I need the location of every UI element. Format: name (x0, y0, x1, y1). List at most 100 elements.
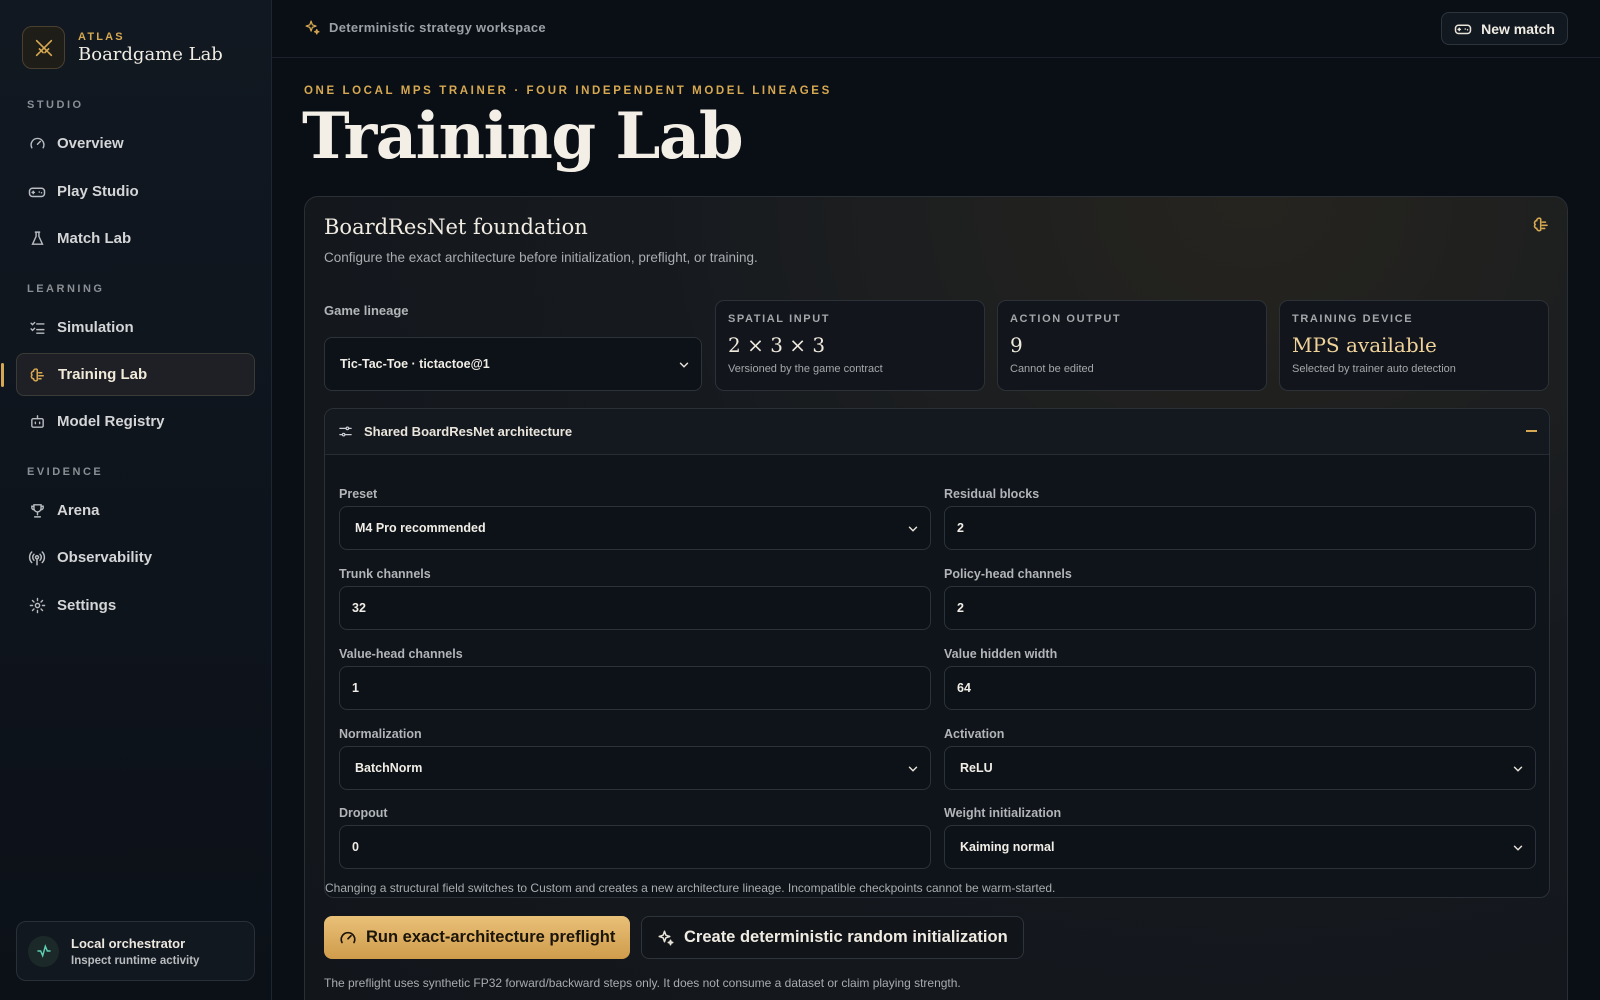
dropout-input[interactable]: 0 (339, 825, 931, 869)
sidebar-item-training-lab[interactable]: Training Lab (1, 353, 255, 396)
nav-section-learning: LEARNING (27, 283, 105, 295)
stat-note: Cannot be edited (1010, 363, 1094, 375)
stat-label: SPATIAL INPUT (728, 313, 831, 325)
sidebar-item-label: Simulation (57, 319, 134, 336)
sparkles-icon (305, 20, 320, 35)
new-match-button[interactable]: New match (1441, 12, 1568, 45)
brand[interactable]: ATLAS Boardgame Lab (22, 26, 223, 69)
nav-section-evidence: EVIDENCE (27, 466, 104, 478)
value-hidden-width-input[interactable]: 64 (944, 666, 1536, 710)
preset-label: Preset (339, 487, 378, 501)
weight-init-value: Kaiming normal (960, 840, 1055, 854)
sidebar-item-label: Match Lab (57, 230, 132, 247)
value-head-channels-label: Value-head channels (339, 647, 463, 661)
normalization-label: Normalization (339, 727, 422, 741)
architecture-panel: Shared BoardResNet architecture Preset M… (324, 408, 1550, 898)
preset-value: M4 Pro recommended (355, 521, 486, 535)
card-title: BoardResNet foundation (324, 215, 588, 239)
breadcrumb: Deterministic strategy workspace (304, 19, 546, 36)
gamepad-icon (1454, 24, 1472, 34)
sidebar: ATLAS Boardgame Lab STUDIO Overview Play… (0, 0, 272, 1000)
architecture-panel-header[interactable]: Shared BoardResNet architecture (325, 409, 1549, 455)
training-device-stat: TRAINING DEVICE MPS available Selected b… (1279, 300, 1549, 391)
bot-icon (28, 413, 46, 431)
chevron-down-icon (908, 766, 918, 772)
gauge-icon (340, 931, 356, 943)
run-preflight-label: Run exact-architecture preflight (366, 928, 616, 946)
sidebar-item-label: Training Lab (58, 366, 148, 383)
sidebar-item-label: Settings (57, 597, 117, 614)
game-lineage-select[interactable]: Tic-Tac-Toe · tictactoe@1 (324, 337, 702, 391)
sparkles-icon (658, 930, 674, 945)
trunk-channels-input[interactable]: 32 (339, 586, 931, 630)
chevron-down-icon (908, 526, 918, 532)
sidebar-item-overview[interactable]: Overview (16, 122, 255, 165)
breadcrumb-label: Deterministic strategy workspace (329, 20, 546, 35)
sidebar-item-model-registry[interactable]: Model Registry (16, 400, 255, 443)
stat-value: MPS available (1292, 333, 1437, 357)
collapse-icon[interactable] (1526, 430, 1537, 432)
sidebar-item-match-lab[interactable]: Match Lab (16, 217, 255, 260)
orchestrator-title: Local orchestrator (71, 935, 186, 951)
action-output-stat: ACTION OUTPUT 9 Cannot be edited (997, 300, 1267, 391)
brand-eyebrow: ATLAS (78, 30, 125, 43)
value-head-channels-input[interactable]: 1 (339, 666, 931, 710)
activity-icon (28, 935, 59, 967)
trophy-icon (28, 502, 46, 520)
stat-label: TRAINING DEVICE (1292, 313, 1414, 325)
sidebar-item-settings[interactable]: Settings (16, 584, 255, 627)
architecture-title: Shared BoardResNet architecture (364, 424, 573, 439)
orchestrator-card[interactable]: Local orchestrator Inspect runtime activ… (16, 921, 255, 981)
sidebar-item-label: Arena (57, 502, 100, 519)
dropout-label: Dropout (339, 806, 388, 820)
activation-select[interactable]: ReLU (944, 746, 1536, 790)
new-match-label: New match (1481, 20, 1555, 37)
stat-note: Selected by trainer auto detection (1292, 363, 1456, 375)
spatial-input-stat: SPATIAL INPUT 2 × 3 × 3 Versioned by the… (715, 300, 985, 391)
run-preflight-button[interactable]: Run exact-architecture preflight (324, 916, 631, 959)
list-check-icon (28, 319, 46, 337)
nav-section-studio: STUDIO (27, 99, 84, 111)
random-init-button[interactable]: Create deterministic random initializati… (641, 916, 1024, 959)
brain-icon (1532, 215, 1551, 239)
foundation-card: BoardResNet foundation Configure the exa… (304, 196, 1568, 1000)
stat-label: ACTION OUTPUT (1010, 313, 1122, 325)
normalization-value: BatchNorm (355, 761, 423, 775)
preset-select[interactable]: M4 Pro recommended (339, 506, 931, 550)
chevron-down-icon (679, 362, 689, 368)
page-eyebrow: ONE LOCAL MPS TRAINER · FOUR INDEPENDENT… (304, 85, 832, 97)
weight-init-label: Weight initialization (944, 806, 1062, 820)
policy-head-channels-input[interactable]: 2 (944, 586, 1536, 630)
normalization-select[interactable]: BatchNorm (339, 746, 931, 790)
brain-icon (29, 366, 47, 384)
sidebar-item-label: Model Registry (57, 413, 165, 430)
sidebar-item-label: Overview (57, 135, 124, 152)
value-hidden-width-label: Value hidden width (944, 647, 1058, 661)
orchestrator-subtitle: Inspect runtime activity (71, 954, 200, 967)
trunk-channels-label: Trunk channels (339, 567, 431, 581)
policy-head-channels-label: Policy-head channels (944, 567, 1072, 581)
gamepad-icon (28, 183, 46, 201)
sidebar-item-simulation[interactable]: Simulation (16, 306, 255, 349)
residual-blocks-label: Residual blocks (944, 487, 1040, 501)
random-init-label: Create deterministic random initializati… (684, 928, 1008, 946)
activation-value: ReLU (960, 761, 993, 775)
brand-name: Boardgame Lab (78, 43, 223, 65)
preflight-note: The preflight uses synthetic FP32 forwar… (324, 976, 961, 990)
stat-value: 2 × 3 × 3 (728, 333, 826, 357)
card-description: Configure the exact architecture before … (324, 250, 758, 265)
sidebar-item-arena[interactable]: Arena (16, 489, 255, 532)
stat-value: 9 (1010, 333, 1023, 357)
gauge-icon (28, 135, 46, 153)
topbar: Deterministic strategy workspace New mat… (272, 0, 1600, 58)
residual-blocks-input[interactable]: 2 (944, 506, 1536, 550)
radio-icon (28, 549, 46, 567)
game-lineage-value: Tic-Tac-Toe · tictactoe@1 (340, 357, 490, 371)
lineage-label: Game lineage (324, 303, 409, 318)
page-title: Training Lab (302, 99, 744, 174)
sidebar-item-observability[interactable]: Observability (16, 536, 255, 579)
sidebar-item-play-studio[interactable]: Play Studio (16, 170, 255, 213)
sidebar-item-label: Play Studio (57, 183, 139, 200)
swords-logo-icon (22, 26, 65, 69)
weight-init-select[interactable]: Kaiming normal (944, 825, 1536, 869)
